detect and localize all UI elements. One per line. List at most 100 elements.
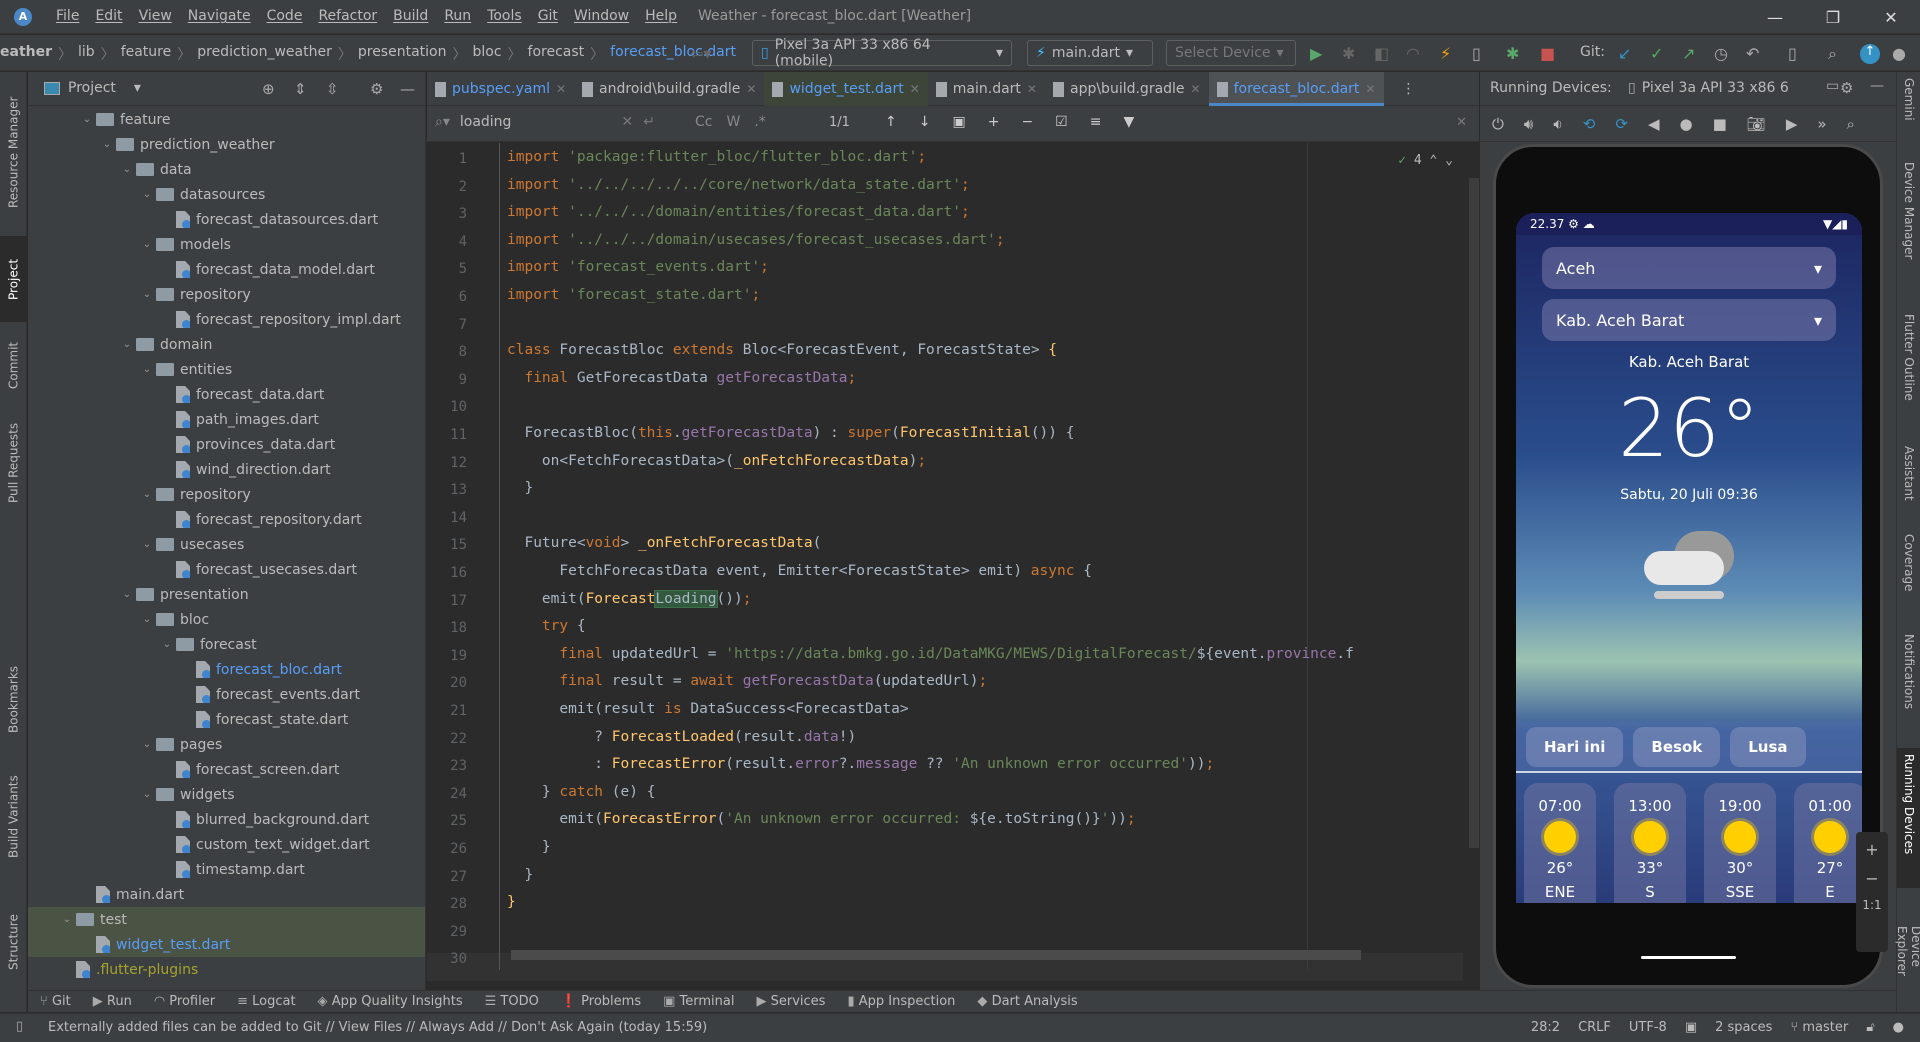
remove-occurrence-icon[interactable]: − [1021, 114, 1033, 130]
tool-window-logcat[interactable]: ≡ Logcat [237, 994, 295, 1009]
tab-device-explorer[interactable]: Device Explorer [1895, 920, 1920, 1000]
tree-file[interactable]: forecast_usecases.dart [28, 557, 425, 582]
hide-icon[interactable]: — [400, 80, 415, 98]
tree-folder[interactable]: ⌄ prediction_weather [28, 132, 425, 157]
screenshot-icon[interactable]: 📷︎ [1747, 115, 1766, 133]
device-tab[interactable]: ▯ Pixel 3a API 33 x86 6 [1628, 80, 1789, 96]
run-config-dropdown[interactable]: ⚡ main.dart ▾ [1027, 40, 1153, 66]
tab-resource-manager[interactable]: Resource Manager [0, 82, 27, 222]
horizontal-scrollbar[interactable] [511, 950, 1361, 960]
tab-gemini[interactable]: Gemini [1897, 72, 1920, 142]
editor-tab[interactable]: app\build.gradle ✕ [1045, 72, 1209, 106]
tool-window-problems[interactable]: ❗ Problems [561, 994, 641, 1009]
tab-bookmarks[interactable]: Bookmarks [0, 652, 27, 747]
tree-folder[interactable]: ⌄ repository [28, 282, 425, 307]
close-button[interactable]: ✕ [1862, 0, 1920, 34]
breadcrumb-forecast[interactable]: forecast [528, 44, 585, 64]
tab-build-variants[interactable]: Build Variants [0, 762, 27, 872]
tree-file[interactable]: custom_text_widget.dart [28, 832, 425, 857]
tab-device-manager[interactable]: Device Manager [1897, 156, 1920, 276]
menu-tools[interactable]: Tools [487, 8, 522, 24]
select-device-dropdown[interactable]: Select Device ▾ [1166, 40, 1296, 66]
whole-word-toggle[interactable]: W [726, 114, 740, 130]
tab-coverage[interactable]: Coverage [1897, 528, 1920, 608]
device-manager-icon[interactable]: ▯ [1788, 44, 1797, 63]
menu-refactor[interactable]: Refactor [318, 8, 377, 24]
tool-window-services[interactable]: ▶ Services [756, 994, 825, 1009]
menu-window[interactable]: Window [574, 8, 629, 24]
breadcrumb-project[interactable]: eather [0, 44, 52, 64]
clear-icon[interactable]: ✕ [622, 114, 634, 130]
tab-structure[interactable]: Structure [0, 892, 27, 992]
tree-file[interactable]: .flutter-plugins [28, 957, 425, 982]
match-case-toggle[interactable]: Cc [695, 114, 712, 130]
close-tab-icon[interactable]: ✕ [746, 82, 756, 96]
filter-lines-icon[interactable]: ≡ [1090, 114, 1102, 130]
hot-restart-icon[interactable]: ▯ [1472, 44, 1481, 63]
tab-commit[interactable]: Commit [0, 330, 27, 400]
menu-git[interactable]: Git [538, 8, 558, 24]
tree-file[interactable]: forecast_datasources.dart [28, 207, 425, 232]
more-icon[interactable]: » [1817, 115, 1826, 133]
home-icon[interactable]: ● [1679, 115, 1692, 133]
regex-toggle[interactable]: .* [754, 114, 765, 130]
chevron-down-icon[interactable]: ⌄ [138, 789, 156, 800]
tree-file[interactable]: forecast_data_model.dart [28, 257, 425, 282]
menu-help[interactable]: Help [645, 8, 677, 24]
tree-folder[interactable]: ⌄ entities [28, 357, 425, 382]
newline-icon[interactable]: ↵ [643, 114, 655, 130]
overview-icon[interactable]: ■ [1713, 115, 1727, 133]
comment-icon[interactable]: ▣ [1685, 1020, 1697, 1035]
tree-file[interactable]: forecast_screen.dart [28, 757, 425, 782]
close-tab-icon[interactable]: ✕ [556, 82, 566, 96]
breadcrumb-prediction-weather[interactable]: prediction_weather [197, 44, 332, 64]
editor-tab[interactable]: android\build.gradle ✕ [574, 72, 764, 106]
phone-screen[interactable]: 22.37 ⚙ ☁ ▼◢▮ Aceh ▾ Kab. Aceh Barat ▾ K… [1516, 213, 1862, 903]
tree-folder[interactable]: ⌄ test [28, 907, 425, 932]
window-icon[interactable]: ▭ [1826, 78, 1839, 94]
close-tab-icon[interactable]: ✕ [910, 82, 920, 96]
editor-tab[interactable]: forecast_bloc.dart ✕ [1208, 72, 1384, 106]
indent-setting[interactable]: 2 spaces [1715, 1020, 1772, 1035]
project-view-dropdown[interactable]: Project ▾ [44, 80, 141, 96]
breadcrumb-bloc[interactable]: bloc [472, 44, 501, 64]
account-icon[interactable]: ● [1892, 44, 1906, 63]
search-icon[interactable]: ⌕ [1828, 44, 1837, 64]
file-encoding[interactable]: UTF-8 [1629, 1020, 1667, 1035]
breadcrumb-current-file[interactable]: forecast_bloc.dart [610, 44, 736, 64]
tool-window-todo[interactable]: ☰ TODO [485, 994, 539, 1009]
lock-icon[interactable]: 🔓︎ [1866, 1020, 1874, 1035]
find-input[interactable]: ⌕▾ loading ✕ ↵ [435, 114, 655, 130]
close-find-icon[interactable]: ✕ [1456, 115, 1467, 130]
gear-icon[interactable]: ⚙ [370, 80, 383, 98]
tree-folder[interactable]: ⌄ forecast [28, 632, 425, 657]
tree-folder[interactable]: ⌄ widgets [28, 782, 425, 807]
chevron-down-icon[interactable]: ⌄ [118, 339, 136, 350]
tree-folder[interactable]: ⌄ presentation [28, 582, 425, 607]
locate-icon[interactable]: ⊕ [262, 80, 275, 98]
chevron-down-icon[interactable]: ⌄ [158, 639, 176, 650]
breadcrumb-presentation[interactable]: presentation [358, 44, 447, 64]
close-tab-icon[interactable]: ✕ [1191, 82, 1201, 96]
tree-folder[interactable]: ⌄ pages [28, 732, 425, 757]
tree-file[interactable]: widget_test.dart [28, 932, 425, 957]
hot-reload-icon[interactable]: ⚡ [1440, 44, 1451, 63]
git-push-icon[interactable]: ↗ [1682, 44, 1695, 63]
power-icon[interactable]: ⏻ [1492, 115, 1504, 133]
chevron-down-icon[interactable]: ⌄ [138, 289, 156, 300]
hourly-card[interactable]: 01:00 27° E [1794, 783, 1862, 903]
chevron-down-icon[interactable]: ⌄ [138, 614, 156, 625]
caret-position[interactable]: 28:2 [1531, 1020, 1560, 1035]
tree-folder[interactable]: ⌄ datasources [28, 182, 425, 207]
tab-project[interactable]: Project [0, 236, 27, 322]
restore-button[interactable]: ❐ [1804, 0, 1862, 34]
tree-file[interactable]: wind_direction.dart [28, 457, 425, 482]
attach-icon[interactable]: ✱ [1506, 44, 1519, 63]
tree-folder[interactable]: ⌄ repository [28, 482, 425, 507]
attach-debugger-icon[interactable]: ◧ [1374, 44, 1389, 63]
rotate-left-icon[interactable]: ⟲ [1583, 115, 1596, 133]
vertical-scrollbar[interactable] [1469, 178, 1479, 848]
debug-icon[interactable]: ✱ [1342, 44, 1355, 63]
menu-build[interactable]: Build [393, 8, 428, 24]
volume-up-icon[interactable]: 🔊︎ [1524, 115, 1533, 133]
